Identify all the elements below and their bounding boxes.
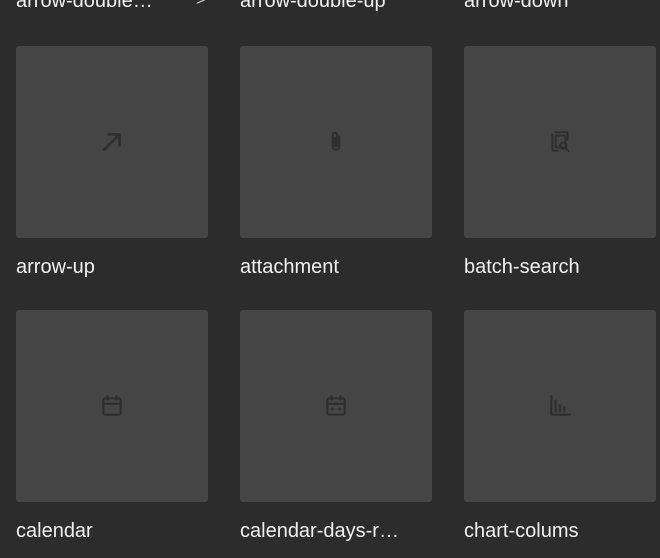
calendar-days-icon xyxy=(323,393,349,419)
icon-label-attachment: attachment xyxy=(240,256,339,278)
icon-tile-attachment[interactable] xyxy=(240,46,432,238)
chevron-right-icon: > xyxy=(196,0,206,9)
icon-label: arrow-down xyxy=(464,0,569,12)
icon-label: arrow-double… xyxy=(16,0,153,12)
icon-label-arrow-up: arrow-up xyxy=(16,256,95,278)
icon-label-calendar: calendar xyxy=(16,520,93,542)
icon-tile-batch-search[interactable] xyxy=(464,46,656,238)
arrow-up-right-icon xyxy=(99,129,125,155)
icon-label-batch-search: batch-search xyxy=(464,256,580,278)
previous-row-labels: arrow-double… > arrow-double-up arrow-do… xyxy=(0,0,660,16)
batch-search-icon xyxy=(547,129,573,155)
icon-label-calendar-days: calendar-days-r… xyxy=(240,520,399,542)
icon-gallery: arrow-double… > arrow-double-up arrow-do… xyxy=(0,0,660,558)
icon-tile-calendar-days[interactable] xyxy=(240,310,432,502)
icon-tile-calendar[interactable] xyxy=(16,310,208,502)
paperclip-icon xyxy=(323,129,349,155)
icon-label: arrow-double-up xyxy=(240,0,386,12)
icon-tile-chart-colums[interactable] xyxy=(464,310,656,502)
calendar-icon xyxy=(99,393,125,419)
bar-chart-icon xyxy=(547,393,573,419)
icon-tile-arrow-up[interactable] xyxy=(16,46,208,238)
icon-label-chart-colums: chart-colums xyxy=(464,520,579,542)
